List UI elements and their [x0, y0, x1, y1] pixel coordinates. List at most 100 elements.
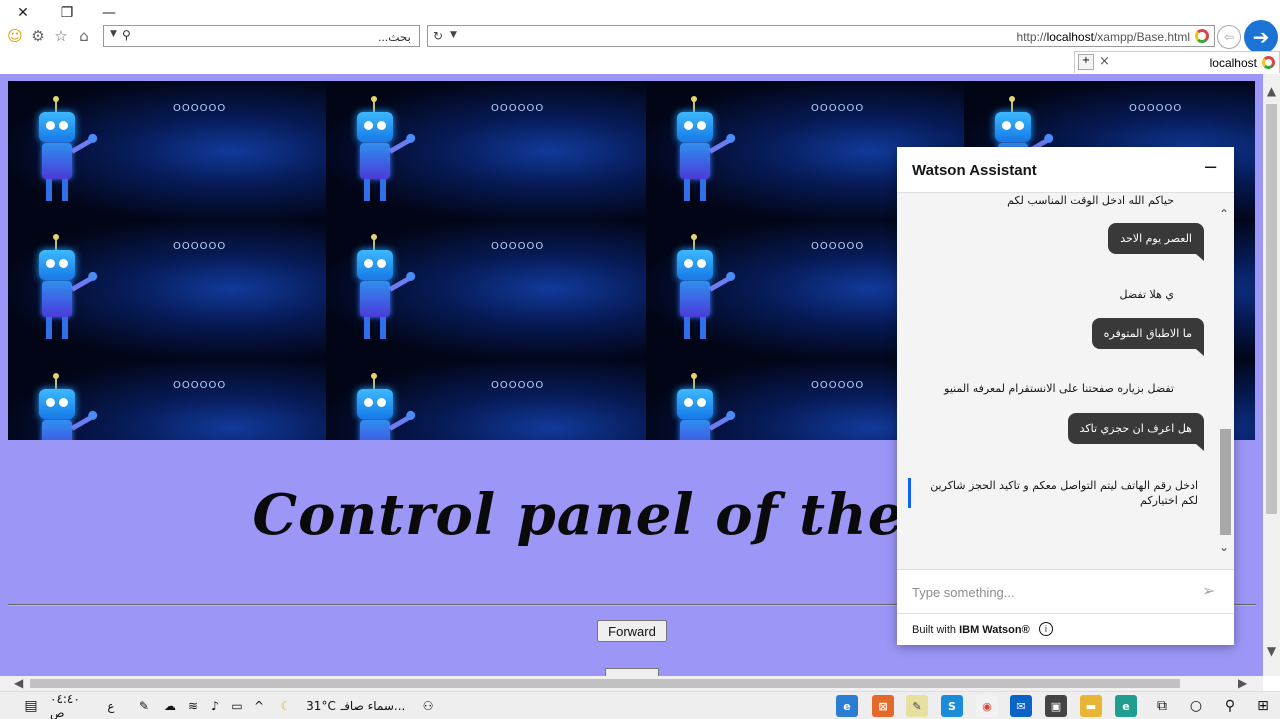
new-tab-icon[interactable]: + — [1078, 54, 1094, 70]
robot-icon — [36, 96, 116, 209]
star-icon[interactable]: ☆ — [52, 27, 70, 45]
site-favicon-icon — [1195, 29, 1209, 43]
banner-ring-label: OOOOOO — [1129, 103, 1183, 114]
edge-app-icon[interactable]: e — [1115, 695, 1137, 717]
store-app-icon[interactable]: ▣ — [1045, 695, 1067, 717]
banner-tile: OOOOOO — [8, 81, 328, 221]
tab-favicon-icon — [1262, 56, 1275, 69]
watson-assistant-panel: Watson Assistant − حياكم الله ادخل الوقت… — [897, 147, 1234, 645]
send-icon[interactable]: ➢ — [1202, 581, 1215, 600]
robot-icon — [674, 96, 754, 209]
close-icon[interactable]: ✕ — [12, 3, 34, 23]
dropdown-icon[interactable]: ▼ — [110, 29, 117, 39]
banner-ring-label: OOOOOO — [173, 103, 227, 114]
battery-icon[interactable]: ▭ — [228, 696, 246, 716]
home-icon[interactable]: ⌂ — [75, 27, 93, 45]
tab-localhost[interactable]: + × localhost — [1074, 51, 1280, 73]
notepad-app-icon[interactable]: ✎ — [906, 695, 928, 717]
mail-app-icon[interactable]: ✉ — [1010, 695, 1032, 717]
pen-icon[interactable]: ✎ — [134, 696, 154, 716]
bot-message: ي هلا تفضل — [1119, 288, 1174, 301]
search-input[interactable]: ▼ ⚲ ...بحث — [103, 25, 420, 47]
file-explorer-app-icon[interactable]: ▬ — [1080, 695, 1102, 717]
notifications-icon[interactable]: ▤ — [20, 696, 42, 716]
chat-input[interactable] — [912, 581, 1182, 603]
address-dropdown-icon[interactable]: ▼ — [450, 30, 457, 40]
scroll-right-icon[interactable]: ▶ — [1238, 676, 1247, 690]
robot-icon — [354, 96, 434, 209]
banner-tile: OOOOOO — [326, 219, 646, 359]
cortana-icon[interactable]: ○ — [1186, 696, 1206, 716]
banner-ring-label: OOOOOO — [811, 241, 865, 252]
horizontal-scrollbar[interactable]: ◀ ▶ — [0, 676, 1263, 691]
taskbar-search-icon[interactable]: ⚲ — [1220, 696, 1240, 716]
wifi-icon[interactable]: ≋ — [184, 696, 202, 716]
scroll-down-icon[interactable]: ▼ — [1263, 644, 1280, 658]
scroll-left-icon[interactable]: ◀ — [14, 676, 23, 690]
url-text: http://localhost/xampp/Base.html — [1016, 30, 1190, 44]
chat-input-area: ➢ — [897, 569, 1234, 613]
address-bar[interactable]: ↻ ▼ http://localhost/xampp/Base.html — [427, 25, 1215, 47]
start-icon[interactable]: ⊞ — [1253, 696, 1273, 716]
secondary-button[interactable] — [605, 668, 659, 676]
tab-title: localhost — [1209, 56, 1257, 70]
chat-scroll-thumb[interactable] — [1220, 429, 1231, 535]
tab-close-icon[interactable]: × — [1099, 54, 1110, 69]
minimize-chat-icon[interactable]: − — [1203, 157, 1218, 178]
back-icon[interactable]: ⇦ — [1217, 25, 1241, 49]
banner-ring-label: OOOOOO — [491, 380, 545, 391]
temperature-text[interactable]: 31°C — [302, 696, 340, 716]
info-icon[interactable]: i — [1039, 622, 1053, 636]
skype-app-icon[interactable]: S — [941, 695, 963, 717]
forward-button[interactable]: Forward — [597, 620, 667, 642]
chrome-app-icon[interactable]: ◉ — [976, 695, 998, 717]
robot-icon — [36, 373, 116, 440]
banner-ring-label: OOOOOO — [173, 241, 227, 252]
user-message: العصر يوم الاحد — [1108, 223, 1204, 261]
refresh-icon[interactable]: ↻ — [433, 29, 443, 43]
vertical-scrollbar[interactable]: ▲ ▼ — [1263, 74, 1280, 676]
banner-tile: OOOOOO — [326, 81, 646, 221]
watson-title: Watson Assistant — [912, 162, 1037, 179]
language-indicator[interactable]: ع — [104, 696, 118, 716]
scroll-thumb[interactable] — [1266, 104, 1277, 514]
clock-text[interactable]: ٠٤:٤٠ ص — [50, 692, 96, 719]
weather-text[interactable]: سماء صافـ... — [340, 696, 406, 716]
scroll-up-icon[interactable]: ▲ — [1263, 84, 1280, 98]
robot-icon — [674, 373, 754, 440]
banner-ring-label: OOOOOO — [811, 103, 865, 114]
banner-tile: OOOOOO — [8, 358, 328, 440]
bot-message-latest: ادخل رقم الهاتف ليتم التواصل معكم و تاكي… — [908, 478, 1198, 508]
user-message: ما الاطباق المتوفره — [1091, 318, 1205, 356]
banner-tile: OOOOOO — [8, 219, 328, 359]
people-icon[interactable]: ⚇ — [418, 696, 438, 716]
restore-icon[interactable]: ❐ — [56, 3, 78, 23]
search-placeholder: ...بحث — [378, 30, 411, 44]
volume-icon[interactable]: ♪ — [206, 696, 224, 716]
task-view-icon[interactable]: ⧉ — [1152, 696, 1172, 716]
chat-scroll-up-icon[interactable]: ⌃ — [1219, 207, 1229, 221]
cloud-icon[interactable]: ☁ — [160, 696, 180, 716]
browser-chrome: ✕ ❐ — ☺ ⚙ ☆ ⌂ ▼ ⚲ ...بحث ↻ ▼ http://loca… — [0, 0, 1280, 74]
robot-icon — [36, 234, 116, 347]
chat-messages: حياكم الله ادخل الوقت المناسب لكم العصر … — [897, 193, 1234, 569]
hscroll-thumb[interactable] — [30, 679, 1180, 688]
banner-ring-label: OOOOOO — [491, 103, 545, 114]
minimize-icon[interactable]: — — [98, 3, 120, 23]
bot-message: حياكم الله ادخل الوقت المناسب لكم — [1007, 194, 1174, 207]
smiley-icon[interactable]: ☺ — [6, 27, 24, 45]
chat-scrollbar[interactable]: ⌃ ⌄ — [1219, 207, 1233, 557]
banner-ring-label: OOOOOO — [491, 241, 545, 252]
robot-icon — [674, 234, 754, 347]
gear-icon[interactable]: ⚙ — [29, 27, 47, 45]
chat-scroll-down-icon[interactable]: ⌄ — [1219, 540, 1229, 554]
xampp-app-icon[interactable]: ⊠ — [872, 695, 894, 717]
built-with-text: Built with IBM Watson® — [912, 624, 1030, 636]
ie-app-icon[interactable]: e — [836, 695, 858, 717]
show-hidden-icons-icon[interactable]: ^ — [250, 696, 268, 716]
bot-message: تفضل بزياره صفحتنا على الانستقرام لمعرفه… — [944, 382, 1174, 395]
forward-arrow-icon[interactable]: ➔ — [1244, 20, 1278, 54]
banner-ring-label: OOOOOO — [811, 380, 865, 391]
moon-icon: ☾ — [280, 699, 292, 713]
search-icon[interactable]: ⚲ — [122, 28, 131, 42]
